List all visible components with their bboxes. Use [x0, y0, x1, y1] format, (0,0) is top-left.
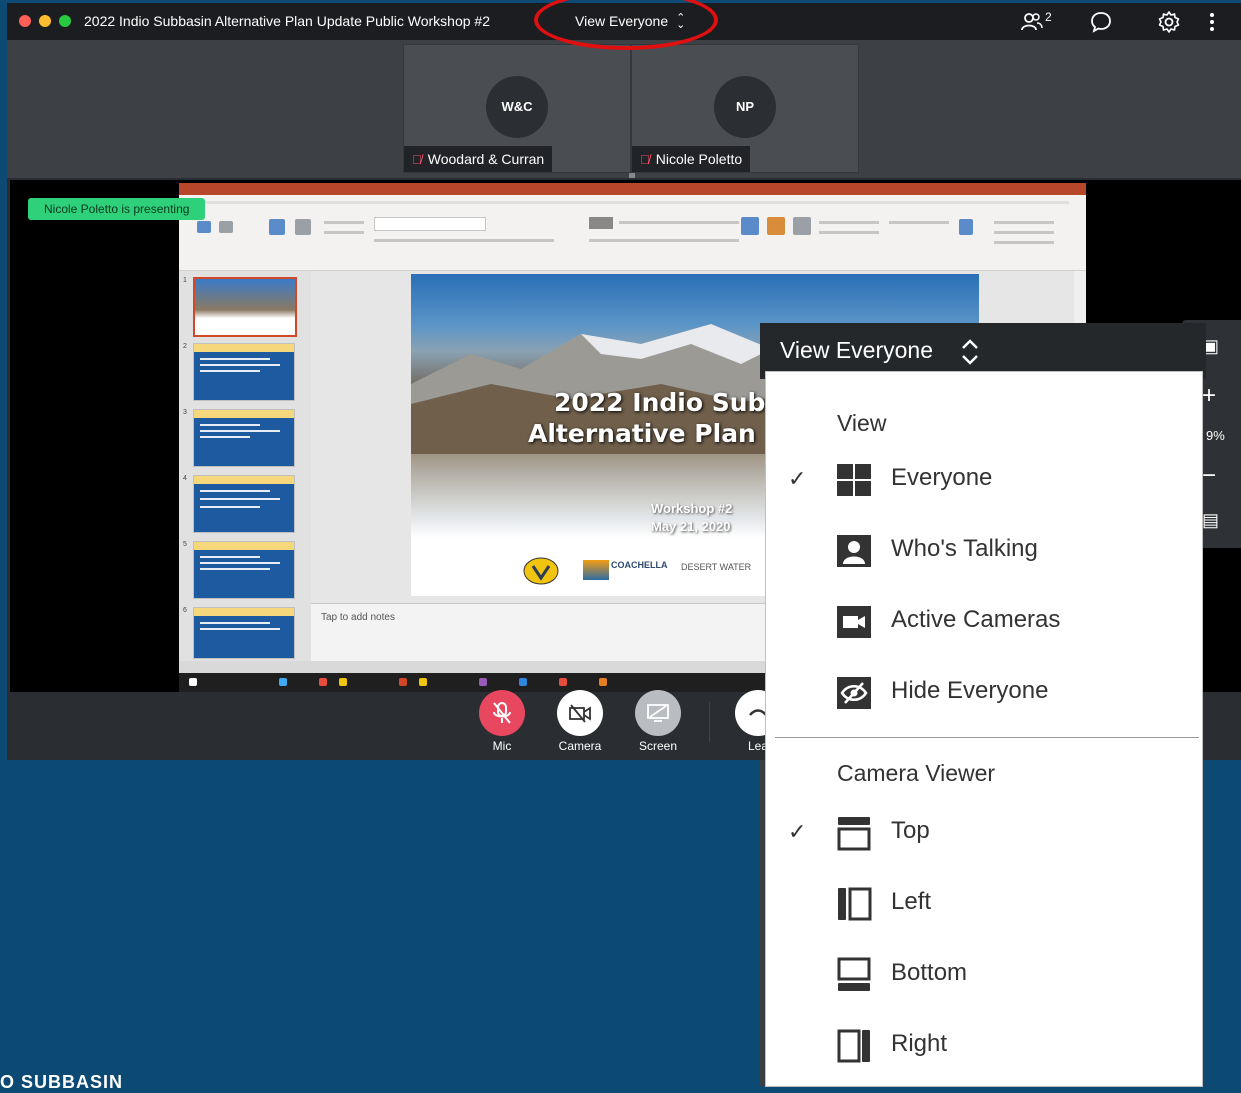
pop-out-icon[interactable]: ▤ — [1202, 510, 1219, 531]
layout-top-icon — [837, 817, 871, 851]
checkmark-icon: ✓ — [788, 819, 807, 844]
slide-thumbnail[interactable] — [193, 475, 295, 533]
slide-thumbnail[interactable] — [193, 409, 295, 467]
presenting-badge: Nicole Poletto is presenting — [28, 198, 206, 220]
view-option-whos-talking[interactable]: Who's Talking — [766, 523, 1202, 579]
slide-subtitle-line1: Workshop #2 — [651, 501, 733, 516]
view-section-heading: View — [837, 410, 887, 436]
camera-viewer-right[interactable]: Right — [766, 1018, 1202, 1074]
slide-thumbnail[interactable] — [193, 343, 295, 401]
avatar: NP — [714, 76, 776, 138]
chat-icon[interactable] — [1090, 11, 1112, 33]
mic-muted-icon: 🎙̸ — [412, 152, 422, 167]
slide-thumbnail[interactable] — [193, 607, 295, 659]
zoom-in-icon[interactable]: + — [1202, 382, 1216, 410]
person-icon — [837, 535, 871, 567]
participants-count: 2 — [1045, 10, 1052, 24]
zoom-level: 9% — [1206, 428, 1225, 443]
view-option-active-cameras[interactable]: Active Cameras — [766, 594, 1202, 650]
menu-divider — [775, 737, 1199, 738]
mic-muted-icon — [493, 702, 511, 724]
view-option-everyone[interactable]: ✓ Everyone — [766, 452, 1202, 508]
layout-bottom-icon — [837, 957, 871, 991]
strip-resize-handle[interactable] — [629, 173, 635, 178]
meeting-title: 2022 Indio Subbasin Alternative Plan Upd… — [84, 13, 491, 29]
coachella-logo-text: COACHELLA — [611, 560, 668, 570]
participant-name: Woodard & Curran — [427, 151, 545, 167]
layout-right-icon — [837, 1029, 870, 1063]
camera-viewer-left[interactable]: Left — [766, 876, 1202, 932]
chevron-up-down-icon — [962, 339, 978, 365]
slide-title-line1: 2022 Indio Sub — [554, 388, 766, 417]
camera-viewer-bottom[interactable]: Bottom — [766, 947, 1202, 1003]
powerpoint-titlebar — [179, 183, 1086, 195]
desert-water-logo-text: DESERT WATER — [681, 562, 752, 572]
slide-thumbnails: 1 2 3 4 5 6 — [179, 271, 311, 661]
powerpoint-ribbon — [179, 195, 1086, 271]
mic-button[interactable]: Mic — [474, 690, 530, 753]
participant-name: Nicole Poletto — [655, 151, 743, 167]
coachella-logo-mark — [583, 560, 609, 580]
control-divider — [709, 702, 710, 742]
slide-thumbnail[interactable] — [193, 277, 297, 337]
avatar: W&C — [486, 76, 548, 138]
zoom-out-icon[interactable]: − — [1202, 462, 1216, 490]
zoom-window-button[interactable] — [59, 15, 71, 27]
video-camera-icon — [837, 606, 871, 638]
layout-left-icon — [838, 887, 872, 921]
participant-tile[interactable]: NP 🎙̸ Nicole Poletto — [631, 44, 859, 173]
notes-placeholder: Tap to add notes — [321, 612, 395, 623]
camera-button[interactable]: Camera — [552, 690, 608, 753]
slide-title-line2: Alternative Plan — [528, 419, 756, 448]
camera-off-icon — [569, 704, 591, 723]
camera-viewer-top[interactable]: ✓ Top — [766, 805, 1202, 861]
grid-icon — [837, 464, 871, 496]
gear-icon[interactable] — [1157, 10, 1181, 34]
participant-tile[interactable]: W&C 🎙̸ Woodard & Curran — [403, 44, 631, 173]
water-district-logo — [523, 557, 559, 585]
checkmark-icon: ✓ — [788, 466, 807, 491]
camera-viewer-section-heading: Camera Viewer — [837, 760, 996, 786]
screen-share-button[interactable]: Screen — [630, 690, 686, 753]
mic-muted-icon: 🎙̸ — [640, 152, 650, 167]
more-options-icon[interactable] — [1209, 12, 1215, 32]
minimize-window-button[interactable] — [39, 15, 51, 27]
view-option-hide-everyone[interactable]: Hide Everyone — [766, 665, 1202, 721]
background-partial-text: O SUBBASIN — [0, 1072, 124, 1092]
screen-share-icon — [647, 704, 669, 722]
participants-icon[interactable] — [1021, 12, 1043, 32]
view-dropdown-title: View Everyone — [780, 337, 933, 363]
slide-subtitle-line2: May 21, 2020 — [651, 519, 731, 534]
participant-name-tag: 🎙̸ Nicole Poletto — [632, 146, 751, 172]
slide-thumbnail[interactable] — [193, 541, 295, 599]
view-dropdown-menu: View ✓ Everyone Who's Talking Active Cam… — [766, 372, 1202, 1086]
participant-name-tag: 🎙̸ Woodard & Curran — [404, 146, 553, 172]
participant-strip: W&C 🎙̸ Woodard & Curran NP 🎙̸ Nicole Polet… — [7, 40, 1241, 178]
eye-slash-icon — [837, 677, 871, 709]
close-window-button[interactable] — [19, 15, 31, 27]
view-dropdown-header[interactable]: View Everyone — [760, 323, 1206, 379]
